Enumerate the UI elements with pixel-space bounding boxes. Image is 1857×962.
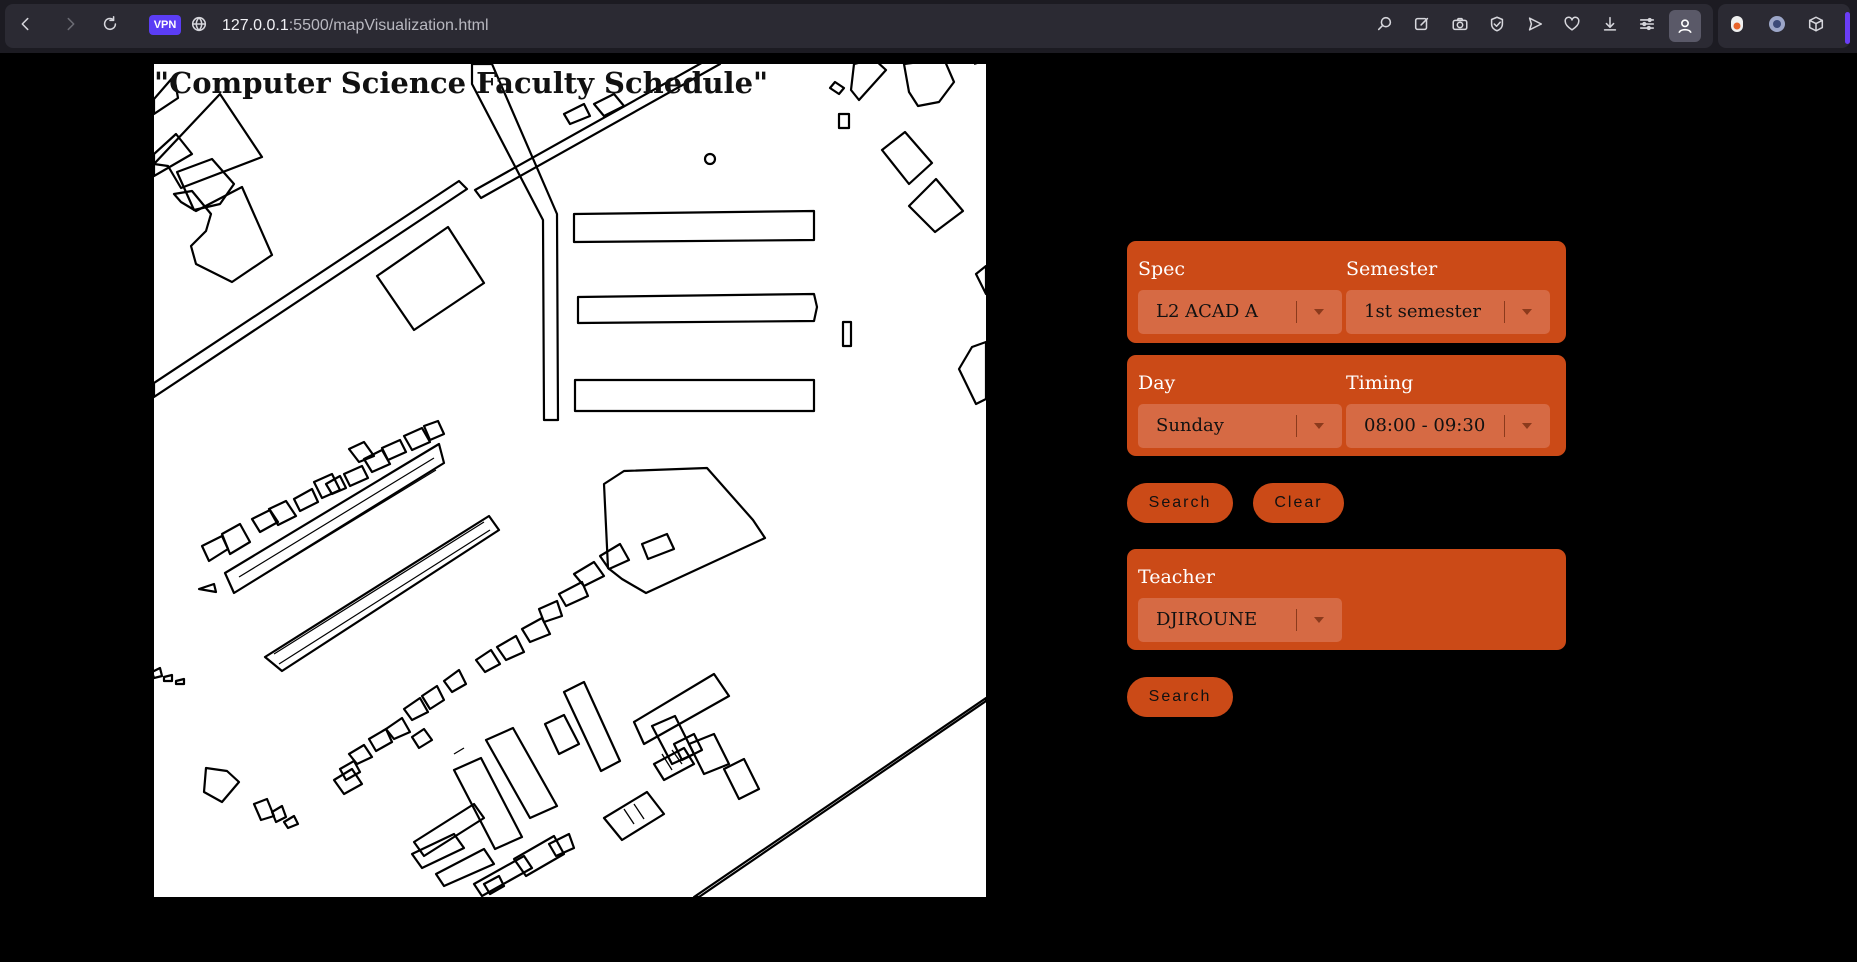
url-path: :5500/mapVisualization.html (288, 17, 489, 34)
spec-select-value: L2 ACAD A (1156, 301, 1259, 322)
chevron-down-icon[interactable] (1314, 309, 1324, 315)
teacher-label: Teacher (1138, 566, 1215, 588)
chevron-down-icon[interactable] (1314, 423, 1324, 429)
menu-settings-icon[interactable] (1637, 14, 1657, 34)
shield-icon[interactable] (1487, 14, 1507, 34)
url-host: 127.0.0.1 (222, 17, 289, 34)
send-icon[interactable] (1525, 14, 1545, 34)
spec-label: Spec (1138, 258, 1186, 280)
search-page-icon[interactable] (1375, 14, 1395, 34)
teacher-panel: Teacher DJIROUNE (1127, 549, 1566, 650)
extension-1-icon[interactable] (1726, 13, 1748, 35)
campus-map-drawing (154, 64, 986, 897)
select-separator (1504, 415, 1505, 437)
schedule-search-button[interactable]: Search (1127, 483, 1233, 523)
day-timing-panel: Day Sunday Timing 08:00 - 09:30 (1127, 355, 1566, 456)
url-text[interactable]: 127.0.0.1:5500/mapVisualization.html (222, 15, 489, 37)
spec-semester-panel: Spec L2 ACAD A Semester 1st semester (1127, 241, 1566, 343)
select-separator (1296, 609, 1297, 631)
spec-select[interactable]: L2 ACAD A (1138, 290, 1342, 334)
extension-2-icon[interactable] (1766, 13, 1788, 35)
camera-icon[interactable] (1450, 14, 1470, 34)
chevron-down-icon[interactable] (1314, 617, 1324, 623)
browser-chrome: VPN 127.0.0.1:5500/mapVisualization.html (0, 0, 1857, 53)
chevron-down-icon[interactable] (1522, 423, 1532, 429)
map-title: "Computer Science Faculty Schedule" (154, 66, 769, 100)
forward-icon[interactable] (61, 14, 81, 34)
reload-icon[interactable] (100, 14, 120, 34)
semester-select-value: 1st semester (1364, 301, 1481, 322)
teacher-search-button[interactable]: Search (1127, 677, 1233, 717)
schedule-clear-button[interactable]: Clear (1253, 483, 1344, 523)
select-separator (1296, 415, 1297, 437)
profile-icon[interactable] (1669, 10, 1701, 42)
select-separator (1504, 301, 1505, 323)
edit-icon[interactable] (1412, 14, 1432, 34)
day-select-value: Sunday (1156, 415, 1224, 436)
semester-select[interactable]: 1st semester (1346, 290, 1550, 334)
select-separator (1296, 301, 1297, 323)
day-label: Day (1138, 372, 1176, 394)
site-info-icon[interactable] (189, 14, 209, 34)
semester-label: Semester (1346, 258, 1438, 280)
campus-map[interactable] (154, 64, 986, 897)
teacher-select[interactable]: DJIROUNE (1138, 598, 1342, 642)
download-icon[interactable] (1600, 14, 1620, 34)
teacher-select-value: DJIROUNE (1156, 609, 1258, 630)
extension-3-icon[interactable] (1806, 14, 1826, 34)
heart-icon[interactable] (1562, 14, 1582, 34)
back-icon[interactable] (15, 14, 35, 34)
day-select[interactable]: Sunday (1138, 404, 1342, 448)
timing-select[interactable]: 08:00 - 09:30 (1346, 404, 1550, 448)
timing-label: Timing (1346, 372, 1414, 394)
vpn-badge[interactable]: VPN (149, 15, 181, 35)
sidebar-accent-bar (1845, 12, 1850, 44)
timing-select-value: 08:00 - 09:30 (1364, 415, 1486, 436)
chevron-down-icon[interactable] (1522, 309, 1532, 315)
